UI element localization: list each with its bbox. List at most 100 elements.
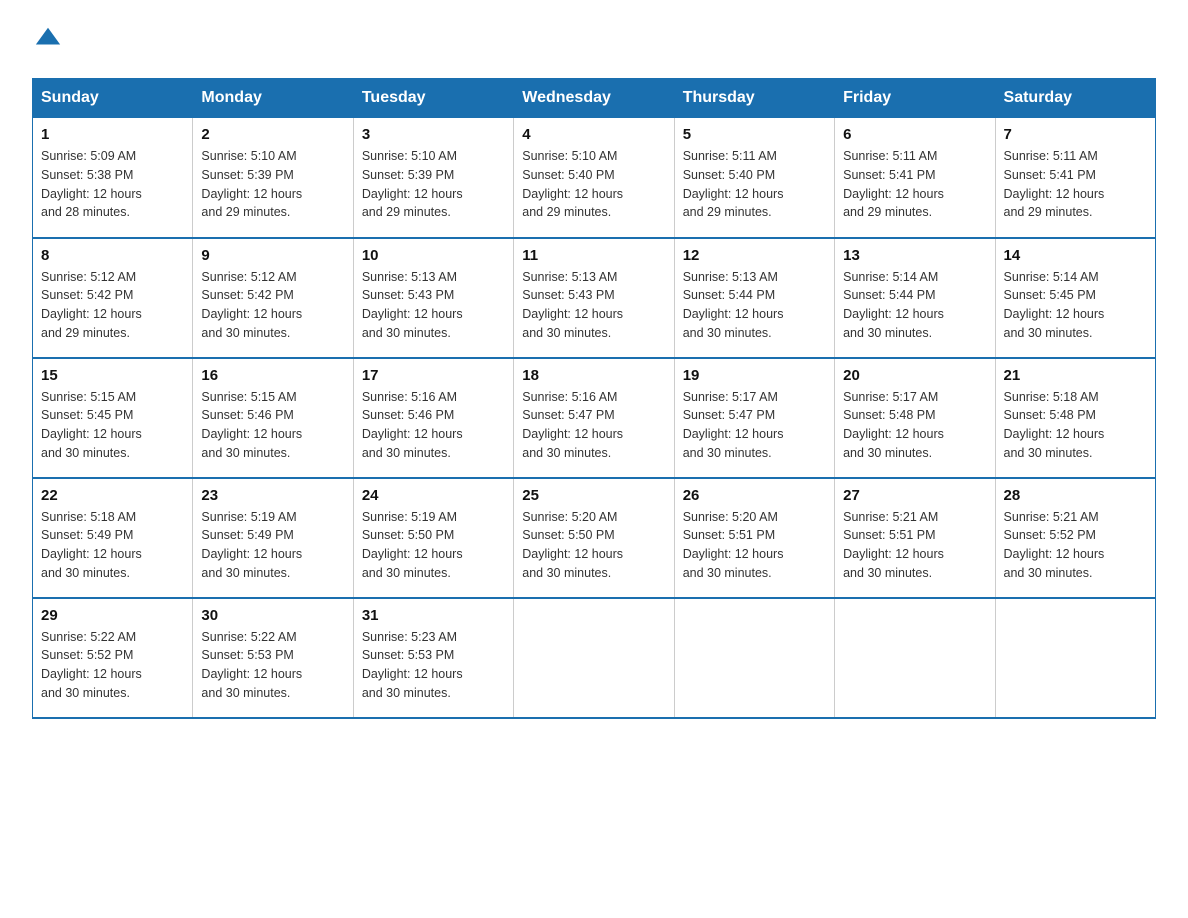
day-cell: 11 Sunrise: 5:13 AM Sunset: 5:43 PM Dayl… [514,238,674,358]
day-info: Sunrise: 5:10 AM Sunset: 5:39 PM Dayligh… [201,147,344,222]
header-cell-thursday: Thursday [674,79,834,118]
day-number: 7 [1004,126,1147,143]
day-cell: 10 Sunrise: 5:13 AM Sunset: 5:43 PM Dayl… [353,238,513,358]
day-cell [835,598,995,718]
calendar-table: SundayMondayTuesdayWednesdayThursdayFrid… [32,78,1156,719]
day-info: Sunrise: 5:13 AM Sunset: 5:44 PM Dayligh… [683,268,826,343]
day-cell: 13 Sunrise: 5:14 AM Sunset: 5:44 PM Dayl… [835,238,995,358]
header-cell-sunday: Sunday [33,79,193,118]
day-number: 23 [201,487,344,504]
day-number: 24 [362,487,505,504]
day-cell: 27 Sunrise: 5:21 AM Sunset: 5:51 PM Dayl… [835,478,995,598]
day-info: Sunrise: 5:13 AM Sunset: 5:43 PM Dayligh… [362,268,505,343]
day-number: 18 [522,367,665,384]
day-number: 25 [522,487,665,504]
day-cell: 15 Sunrise: 5:15 AM Sunset: 5:45 PM Dayl… [33,358,193,478]
day-cell: 28 Sunrise: 5:21 AM Sunset: 5:52 PM Dayl… [995,478,1155,598]
day-info: Sunrise: 5:11 AM Sunset: 5:40 PM Dayligh… [683,147,826,222]
day-cell: 7 Sunrise: 5:11 AM Sunset: 5:41 PM Dayli… [995,118,1155,238]
day-info: Sunrise: 5:20 AM Sunset: 5:51 PM Dayligh… [683,508,826,583]
day-number: 28 [1004,487,1147,504]
day-info: Sunrise: 5:14 AM Sunset: 5:45 PM Dayligh… [1004,268,1147,343]
day-cell: 24 Sunrise: 5:19 AM Sunset: 5:50 PM Dayl… [353,478,513,598]
day-cell: 1 Sunrise: 5:09 AM Sunset: 5:38 PM Dayli… [33,118,193,238]
day-info: Sunrise: 5:18 AM Sunset: 5:49 PM Dayligh… [41,508,184,583]
day-cell: 4 Sunrise: 5:10 AM Sunset: 5:40 PM Dayli… [514,118,674,238]
day-info: Sunrise: 5:20 AM Sunset: 5:50 PM Dayligh… [522,508,665,583]
day-number: 10 [362,247,505,264]
day-number: 8 [41,247,184,264]
header-cell-tuesday: Tuesday [353,79,513,118]
day-info: Sunrise: 5:16 AM Sunset: 5:46 PM Dayligh… [362,388,505,463]
day-info: Sunrise: 5:12 AM Sunset: 5:42 PM Dayligh… [201,268,344,343]
header-cell-saturday: Saturday [995,79,1155,118]
day-number: 11 [522,247,665,264]
page-header [32,24,1156,58]
day-cell [995,598,1155,718]
day-info: Sunrise: 5:13 AM Sunset: 5:43 PM Dayligh… [522,268,665,343]
day-info: Sunrise: 5:23 AM Sunset: 5:53 PM Dayligh… [362,628,505,703]
day-number: 26 [683,487,826,504]
day-number: 2 [201,126,344,143]
day-number: 12 [683,247,826,264]
day-number: 5 [683,126,826,143]
day-number: 29 [41,607,184,624]
day-info: Sunrise: 5:18 AM Sunset: 5:48 PM Dayligh… [1004,388,1147,463]
header-cell-monday: Monday [193,79,353,118]
logo-general [32,24,62,58]
day-info: Sunrise: 5:19 AM Sunset: 5:50 PM Dayligh… [362,508,505,583]
day-info: Sunrise: 5:12 AM Sunset: 5:42 PM Dayligh… [41,268,184,343]
day-cell: 6 Sunrise: 5:11 AM Sunset: 5:41 PM Dayli… [835,118,995,238]
day-info: Sunrise: 5:21 AM Sunset: 5:52 PM Dayligh… [1004,508,1147,583]
day-cell: 30 Sunrise: 5:22 AM Sunset: 5:53 PM Dayl… [193,598,353,718]
day-cell: 12 Sunrise: 5:13 AM Sunset: 5:44 PM Dayl… [674,238,834,358]
day-number: 21 [1004,367,1147,384]
day-cell: 19 Sunrise: 5:17 AM Sunset: 5:47 PM Dayl… [674,358,834,478]
week-row: 15 Sunrise: 5:15 AM Sunset: 5:45 PM Dayl… [33,358,1156,478]
day-number: 27 [843,487,986,504]
day-info: Sunrise: 5:11 AM Sunset: 5:41 PM Dayligh… [843,147,986,222]
day-info: Sunrise: 5:17 AM Sunset: 5:47 PM Dayligh… [683,388,826,463]
day-info: Sunrise: 5:15 AM Sunset: 5:45 PM Dayligh… [41,388,184,463]
day-cell: 26 Sunrise: 5:20 AM Sunset: 5:51 PM Dayl… [674,478,834,598]
day-number: 14 [1004,247,1147,264]
day-info: Sunrise: 5:22 AM Sunset: 5:52 PM Dayligh… [41,628,184,703]
day-number: 15 [41,367,184,384]
logo-triangle-icon [34,24,62,52]
day-cell: 18 Sunrise: 5:16 AM Sunset: 5:47 PM Dayl… [514,358,674,478]
day-cell: 8 Sunrise: 5:12 AM Sunset: 5:42 PM Dayli… [33,238,193,358]
header-cell-wednesday: Wednesday [514,79,674,118]
day-cell: 2 Sunrise: 5:10 AM Sunset: 5:39 PM Dayli… [193,118,353,238]
day-cell: 14 Sunrise: 5:14 AM Sunset: 5:45 PM Dayl… [995,238,1155,358]
day-info: Sunrise: 5:10 AM Sunset: 5:40 PM Dayligh… [522,147,665,222]
day-cell: 5 Sunrise: 5:11 AM Sunset: 5:40 PM Dayli… [674,118,834,238]
week-row: 1 Sunrise: 5:09 AM Sunset: 5:38 PM Dayli… [33,118,1156,238]
header-cell-friday: Friday [835,79,995,118]
day-info: Sunrise: 5:22 AM Sunset: 5:53 PM Dayligh… [201,628,344,703]
day-info: Sunrise: 5:19 AM Sunset: 5:49 PM Dayligh… [201,508,344,583]
day-number: 1 [41,126,184,143]
header-row: SundayMondayTuesdayWednesdayThursdayFrid… [33,79,1156,118]
day-info: Sunrise: 5:17 AM Sunset: 5:48 PM Dayligh… [843,388,986,463]
week-row: 8 Sunrise: 5:12 AM Sunset: 5:42 PM Dayli… [33,238,1156,358]
day-number: 22 [41,487,184,504]
day-info: Sunrise: 5:09 AM Sunset: 5:38 PM Dayligh… [41,147,184,222]
day-info: Sunrise: 5:14 AM Sunset: 5:44 PM Dayligh… [843,268,986,343]
day-number: 31 [362,607,505,624]
day-number: 17 [362,367,505,384]
day-number: 9 [201,247,344,264]
day-cell [674,598,834,718]
day-number: 16 [201,367,344,384]
day-cell: 21 Sunrise: 5:18 AM Sunset: 5:48 PM Dayl… [995,358,1155,478]
day-cell: 20 Sunrise: 5:17 AM Sunset: 5:48 PM Dayl… [835,358,995,478]
week-row: 22 Sunrise: 5:18 AM Sunset: 5:49 PM Dayl… [33,478,1156,598]
day-cell: 16 Sunrise: 5:15 AM Sunset: 5:46 PM Dayl… [193,358,353,478]
day-number: 6 [843,126,986,143]
day-cell: 23 Sunrise: 5:19 AM Sunset: 5:49 PM Dayl… [193,478,353,598]
day-info: Sunrise: 5:16 AM Sunset: 5:47 PM Dayligh… [522,388,665,463]
day-info: Sunrise: 5:15 AM Sunset: 5:46 PM Dayligh… [201,388,344,463]
day-cell: 31 Sunrise: 5:23 AM Sunset: 5:53 PM Dayl… [353,598,513,718]
day-number: 20 [843,367,986,384]
day-number: 4 [522,126,665,143]
day-number: 13 [843,247,986,264]
